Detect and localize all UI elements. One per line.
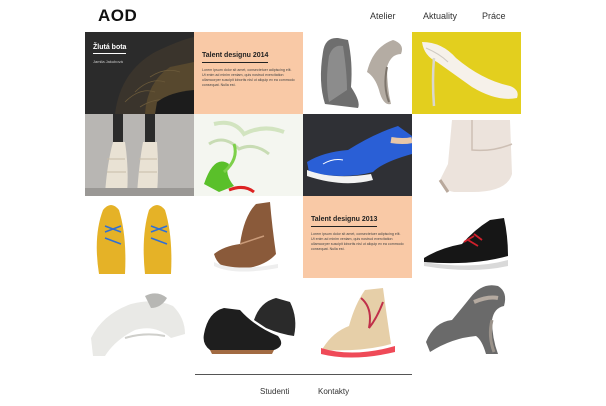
talent-2014-tile[interactable]: Talent designu 2014 Lorem ipsum dolor si… (194, 32, 303, 114)
yellow-oxfords-image (85, 196, 194, 278)
featured-author: Jamila Jakubová (93, 59, 123, 64)
nav-link-atelier[interactable]: Atelier (370, 11, 396, 21)
shoe-tile-green-ribbon-shoe[interactable] (194, 114, 303, 196)
grey-sculptural-heel-image (303, 32, 412, 114)
featured-tile[interactable]: Žlutá bota Jamila Jakubová (85, 32, 194, 114)
painted-sneaker-image (303, 278, 412, 360)
shoe-tile-brown-sneaker-boot[interactable] (194, 196, 303, 278)
black-red-sneaker-image (412, 196, 521, 278)
talent-2014-body: Lorem ipsum dolor sit amet, consectetuer… (202, 68, 295, 87)
talent-2014-title: Talent designu 2014 (202, 52, 269, 63)
footer-divider (195, 374, 412, 375)
shoe-tile-black-leather-shoes[interactable] (194, 278, 303, 360)
gallery-grid: Žlutá bota Jamila Jakubová Talent design… (85, 32, 521, 361)
shoe-tile-painted-sneaker[interactable] (303, 278, 412, 360)
footer-link-studenti[interactable]: Studenti (260, 387, 289, 396)
shoe-tile-blue-sneaker[interactable] (303, 114, 412, 196)
shoe-tile-white-platform-shoe[interactable] (85, 278, 194, 360)
site-header: AOD Atelier Aktuality Práce (0, 0, 606, 32)
nude-ankle-boot-image (412, 114, 521, 196)
shoe-tile-yellow-stiletto[interactable] (412, 32, 521, 114)
nav-link-aktuality[interactable]: Aktuality (423, 11, 457, 21)
featured-title: Žlutá bota (93, 44, 127, 54)
shoe-tile-yellow-oxfords[interactable] (85, 196, 194, 278)
black-leather-shoes-image (194, 278, 303, 360)
shoe-tile-grey-sculptural-heel[interactable] (303, 32, 412, 114)
green-ribbon-shoe-image (194, 114, 303, 196)
shoe-tile-black-red-sneaker[interactable] (412, 196, 521, 278)
blue-sneaker-image (303, 114, 412, 196)
footer-link-kontakty[interactable]: Kontakty (318, 387, 349, 396)
yellow-stiletto-image (412, 32, 521, 114)
talent-2013-title: Talent designu 2013 (311, 216, 378, 227)
shoe-tile-grey-heel-side[interactable] (412, 278, 521, 360)
white-platform-shoe-image (85, 278, 194, 360)
nav-link-prace[interactable]: Práce (482, 11, 506, 21)
shoe-tile-white-strappy-sandal[interactable] (85, 114, 194, 196)
white-strappy-sandal-image (85, 114, 194, 196)
site-logo[interactable]: AOD (98, 6, 137, 26)
talent-2013-tile[interactable]: Talent designu 2013 Lorem ipsum dolor si… (303, 196, 412, 278)
brown-sneaker-boot-image (194, 196, 303, 278)
talent-2013-body: Lorem ipsum dolor sit amet, consectetuer… (311, 232, 404, 251)
shoe-tile-nude-ankle-boot[interactable] (412, 114, 521, 196)
grey-heel-side-image (412, 278, 521, 360)
